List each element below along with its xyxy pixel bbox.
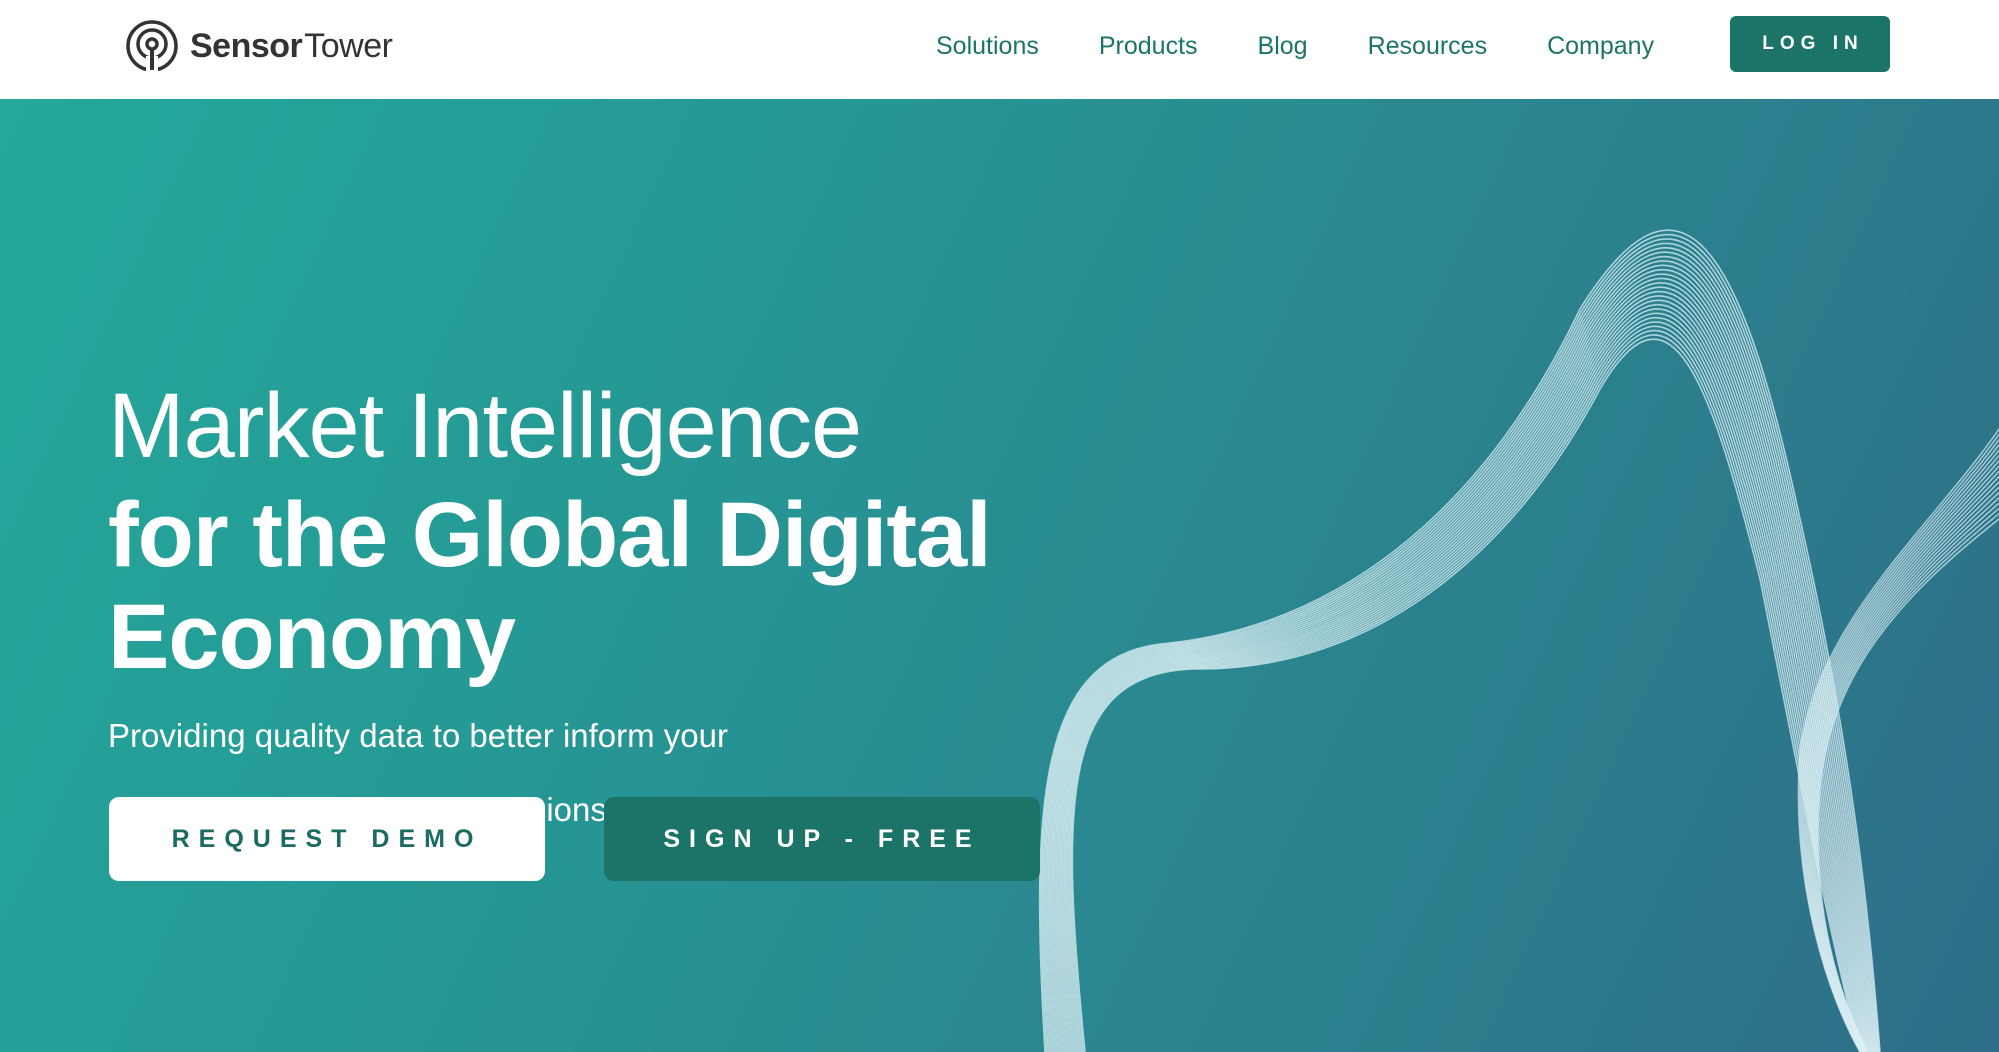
request-demo-button[interactable]: REQUEST DEMO <box>109 797 545 881</box>
sensor-tower-logo-icon <box>126 20 178 74</box>
wave-line <box>1061 303 1868 1052</box>
wave-line <box>1041 238 1880 1052</box>
hero-section: Market Intelligence for the Global Digit… <box>0 99 1999 1052</box>
main-nav-menu: Solutions Products Blog Resources Compan… <box>936 26 1714 66</box>
logo-word-tower: Tower <box>304 26 393 65</box>
hero-subtext-line-1: Providing quality data to better inform … <box>108 717 728 754</box>
login-button[interactable]: LOG IN <box>1730 16 1890 72</box>
nav-item-resources[interactable]: Resources <box>1368 32 1488 61</box>
nav-item-company[interactable]: Company <box>1547 32 1654 61</box>
nav-item-solutions[interactable]: Solutions <box>936 32 1039 61</box>
nav-item-blog[interactable]: Blog <box>1258 32 1308 61</box>
sign-up-free-button[interactable]: SIGN UP - FREE <box>604 797 1040 881</box>
top-navigation-bar: Sensor Tower Solutions Products Blog Res… <box>0 0 1999 99</box>
nav-item-products[interactable]: Products <box>1099 32 1198 61</box>
logo-wordmark: Sensor Tower <box>190 26 393 66</box>
wave-line <box>1071 338 1861 1052</box>
hero-headline-bold: for the Global Digital Economy <box>108 484 992 688</box>
logo-word-sensor: Sensor <box>190 26 303 65</box>
sensor-tower-logo[interactable]: Sensor Tower <box>124 17 393 75</box>
wave-line <box>1067 325 1864 1052</box>
wave-line <box>1057 290 1870 1052</box>
hero-headline-light: Market Intelligence <box>108 375 862 477</box>
